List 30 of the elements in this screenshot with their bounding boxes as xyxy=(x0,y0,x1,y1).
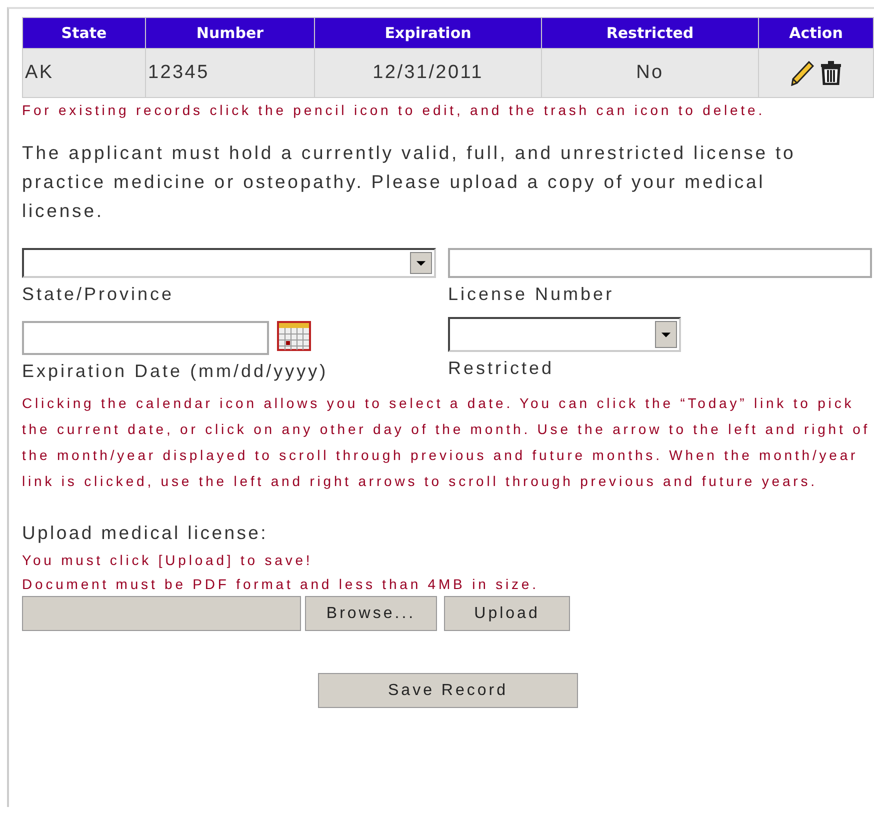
intro-paragraph: The applicant must hold a currently valid, full, and unrestricted license to practice medicine or osteopathy. Please upload a copy of your medical license. xyxy=(22,141,797,223)
field-label: License Number xyxy=(448,284,616,305)
field-label: Expiration Date (mm/dd/yyyy) xyxy=(22,361,330,382)
trash-icon[interactable] xyxy=(820,61,842,85)
column-header: Expiration xyxy=(314,18,542,48)
column-header: State xyxy=(22,18,146,48)
browse-button[interactable]: Browse... xyxy=(305,596,437,631)
table-cell: AK xyxy=(22,48,146,98)
calendar-icon[interactable] xyxy=(277,321,311,351)
table-cell: 12345 xyxy=(146,48,314,98)
upload-label: Upload medical license: xyxy=(22,522,269,544)
table-cell: 12/31/2011 xyxy=(314,48,542,98)
field-label: State/Province xyxy=(22,284,176,305)
table-cell: No xyxy=(542,48,758,98)
restricted-select[interactable] xyxy=(448,317,681,352)
table-note: For existing records click the pencil icon to edit, and the trash can icon to delete. xyxy=(22,102,766,118)
calendar-note: Clicking the calendar icon allows you to select a date. You can click the “Today” link to pick the current date, or click on any other day of the month. Use the arrow to the left and right of the month/year displayed to scroll through previous and future months. When the month/year link is clicked, use the left and right arrows to scroll through previous and future years. xyxy=(22,394,872,491)
state-select[interactable] xyxy=(22,248,436,278)
upload-note: You must click [Upload] to save! xyxy=(22,552,314,568)
upload-button[interactable]: Upload xyxy=(444,596,570,631)
file-path-field[interactable] xyxy=(22,596,301,631)
upload-note: Document must be PDF format and less than 4MB in size. xyxy=(22,576,540,592)
column-header: Action xyxy=(758,18,874,48)
column-header: Number xyxy=(146,18,314,48)
save-record-button[interactable]: Save Record xyxy=(318,673,578,708)
field-label: Restricted xyxy=(448,358,556,379)
license-number-field[interactable] xyxy=(448,248,872,278)
expiration-date-field[interactable] xyxy=(22,321,269,355)
pencil-icon[interactable] xyxy=(790,60,814,86)
column-header: Restricted xyxy=(542,18,758,48)
